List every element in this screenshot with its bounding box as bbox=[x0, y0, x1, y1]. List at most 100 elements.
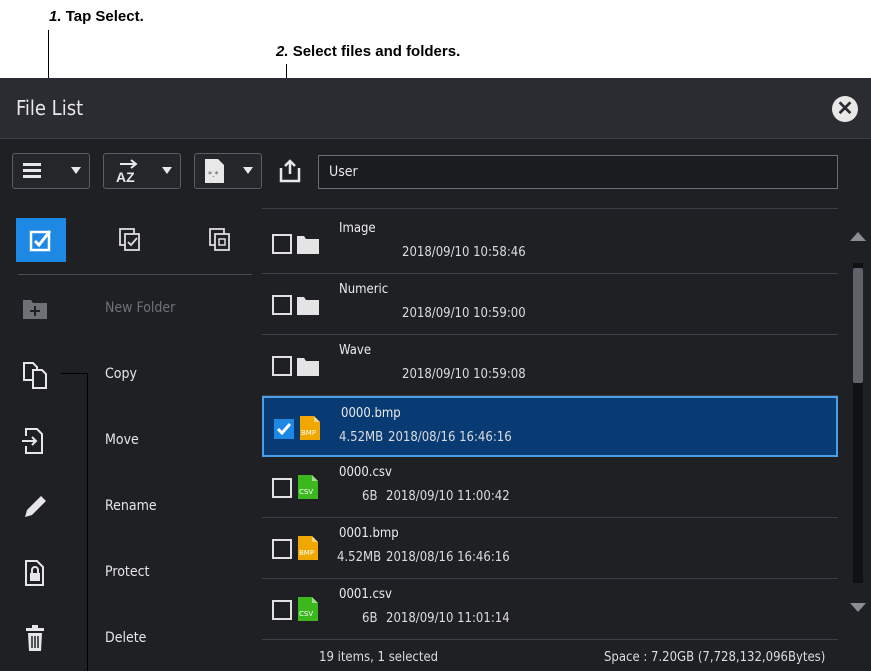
scroll-down-arrow-icon[interactable] bbox=[850, 603, 866, 612]
checkbox[interactable] bbox=[272, 539, 292, 559]
select-all-icon bbox=[119, 228, 140, 251]
check-icon bbox=[276, 423, 292, 436]
scrollbar[interactable] bbox=[845, 208, 871, 641]
file-row[interactable]: BMP 0001.bmp 4.52MB 2018/08/16 16:46:16 bbox=[262, 518, 838, 579]
file-date: 2018/08/16 16:46:16 bbox=[386, 550, 510, 565]
select-mode-tab[interactable] bbox=[16, 218, 66, 262]
folder-icon bbox=[297, 297, 319, 315]
folder-up-icon[interactable] bbox=[278, 158, 304, 184]
file-type-filter-button[interactable]: *.* bbox=[194, 153, 262, 189]
action-panel: New Folder Copy Move Rename Protect Dele… bbox=[0, 202, 262, 671]
svg-text:CSV: CSV bbox=[299, 488, 313, 496]
checkbox-checked[interactable] bbox=[274, 419, 294, 439]
select-checkbox-icon bbox=[29, 230, 52, 252]
callout-step-1: 1. Tap Select. bbox=[49, 8, 144, 25]
callout-leader-copy-h bbox=[61, 373, 88, 374]
file-date: 2018/09/10 10:58:46 bbox=[402, 245, 526, 260]
file-size: 4.52MB bbox=[339, 430, 384, 445]
csv-file-icon: CSV bbox=[298, 597, 318, 621]
pencil-icon bbox=[25, 496, 46, 517]
scroll-thumb[interactable] bbox=[853, 268, 863, 383]
svg-text:BMP: BMP bbox=[301, 429, 316, 437]
rename-button[interactable]: Rename bbox=[0, 474, 262, 540]
file-size: 6B bbox=[362, 611, 378, 626]
svg-text:AZ: AZ bbox=[116, 169, 135, 185]
status-bar: 19 items, 1 selected Space : 7.20GB (7,7… bbox=[262, 644, 871, 671]
file-row[interactable]: CSV 0001.csv 6B 2018/09/10 11:01:14 bbox=[262, 579, 838, 640]
new-folder-icon bbox=[23, 300, 47, 319]
select-all-tab[interactable] bbox=[106, 218, 156, 262]
lock-icon bbox=[25, 560, 44, 586]
free-space: Space : 7.20GB (7,728,132,096Bytes) bbox=[604, 650, 826, 665]
copy-icon bbox=[23, 362, 47, 389]
delete-label: Delete bbox=[105, 630, 147, 646]
new-folder-button[interactable]: New Folder bbox=[0, 276, 262, 342]
file-list-window: File List ✕ AZ *.* User New Folder Copy … bbox=[0, 78, 871, 671]
callout-step-2: 2. Select files and folders. bbox=[276, 43, 460, 60]
move-icon bbox=[22, 428, 43, 454]
copy-button[interactable]: Copy bbox=[0, 342, 262, 408]
folder-icon bbox=[297, 358, 319, 376]
checkbox[interactable] bbox=[272, 478, 292, 498]
file-name: 0000.bmp bbox=[341, 406, 401, 421]
file-date: 2018/09/10 10:59:00 bbox=[402, 306, 526, 321]
sort-az-icon: AZ bbox=[116, 159, 138, 185]
svg-text:BMP: BMP bbox=[299, 549, 314, 557]
delete-button[interactable]: Delete bbox=[0, 606, 262, 672]
list-view-icon bbox=[23, 163, 41, 178]
tab-divider bbox=[18, 274, 252, 275]
file-size: 4.52MB bbox=[337, 550, 382, 565]
window-title: File List bbox=[16, 96, 84, 120]
file-name: 0001.bmp bbox=[339, 526, 399, 541]
file-row[interactable]: Wave 2018/09/10 10:59:08 bbox=[262, 335, 838, 396]
move-label: Move bbox=[105, 432, 139, 448]
file-name: Image bbox=[339, 221, 376, 236]
file-row[interactable]: BMP 0000.bmp 4.52MB 2018/08/16 16:46:16 bbox=[262, 396, 838, 457]
file-row[interactable]: Numeric 2018/09/10 10:59:00 bbox=[262, 274, 838, 335]
protect-button[interactable]: Protect bbox=[0, 540, 262, 606]
file-date: 2018/08/16 16:46:16 bbox=[388, 430, 512, 445]
checkbox[interactable] bbox=[272, 356, 292, 376]
file-row[interactable]: Image 2018/09/10 10:58:46 bbox=[262, 213, 838, 274]
chevron-down-icon bbox=[243, 167, 253, 174]
file-list: Image 2018/09/10 10:58:46 Numeric 2018/09/1… bbox=[262, 208, 838, 642]
protect-label: Protect bbox=[105, 564, 150, 580]
move-button[interactable]: Move bbox=[0, 408, 262, 474]
file-name: 0000.csv bbox=[339, 465, 392, 480]
checkbox[interactable] bbox=[272, 234, 292, 254]
file-date: 2018/09/10 11:00:42 bbox=[386, 489, 510, 504]
callout-step-2-text: Select files and folders. bbox=[292, 43, 461, 60]
checkbox[interactable] bbox=[272, 295, 292, 315]
deselect-all-icon bbox=[209, 228, 230, 251]
callout-leader-copy-v bbox=[87, 373, 88, 671]
chevron-down-icon bbox=[71, 167, 81, 174]
title-bar: File List ✕ bbox=[0, 78, 871, 139]
callout-step-2-number: 2. bbox=[276, 43, 289, 60]
csv-file-icon: CSV bbox=[298, 475, 318, 499]
callout-step-1-text: Tap Select. bbox=[65, 8, 144, 25]
svg-text:CSV: CSV bbox=[299, 610, 313, 618]
scroll-up-arrow-icon[interactable] bbox=[850, 232, 866, 241]
trash-icon bbox=[26, 625, 44, 651]
close-icon[interactable]: ✕ bbox=[832, 96, 858, 122]
svg-text:*.*: *.* bbox=[208, 170, 219, 179]
new-folder-label: New Folder bbox=[105, 300, 176, 316]
copy-label: Copy bbox=[105, 366, 137, 382]
file-size: 6B bbox=[362, 489, 378, 504]
file-name: 0001.csv bbox=[339, 587, 392, 602]
file-date: 2018/09/10 10:59:08 bbox=[402, 367, 526, 382]
checkbox[interactable] bbox=[272, 600, 292, 620]
current-path-field[interactable]: User bbox=[318, 155, 838, 189]
deselect-all-tab[interactable] bbox=[196, 218, 246, 262]
chevron-down-icon bbox=[162, 167, 172, 174]
bmp-file-icon: BMP bbox=[300, 416, 320, 440]
file-row[interactable]: CSV 0000.csv 6B 2018/09/10 11:00:42 bbox=[262, 457, 838, 518]
sort-button[interactable]: AZ bbox=[103, 153, 181, 189]
file-type-icon: *.* bbox=[205, 159, 224, 183]
file-date: 2018/09/10 11:01:14 bbox=[386, 611, 510, 626]
folder-icon bbox=[297, 236, 319, 254]
bmp-file-icon: BMP bbox=[298, 536, 318, 560]
file-name: Numeric bbox=[339, 282, 389, 297]
rename-label: Rename bbox=[105, 498, 157, 514]
view-mode-button[interactable] bbox=[12, 153, 90, 189]
